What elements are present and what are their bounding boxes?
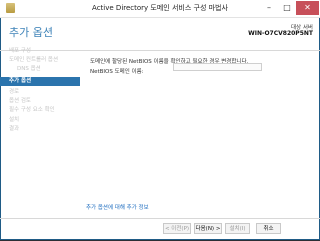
nav-item-review-options[interactable]: 옵션 검토 [0,97,80,106]
wizard-nav: 배포 구성 도메인 컨트롤러 옵션 DNS 옵션 추가 옵션 경로 옵션 검토 … [0,47,80,218]
nav-item-dc-options[interactable]: 도메인 컨트롤러 옵션 [0,56,80,65]
nav-item-additional-options[interactable]: 추가 옵션 [0,77,80,86]
wizard-content: 도메인에 할당된 NetBIOS 이름을 확인하고 필요한 경우 변경합니다. … [86,50,316,218]
nav-item-paths[interactable]: 경로 [0,88,80,97]
nav-item-installation[interactable]: 설치 [0,116,80,125]
nav-item-deployment-config[interactable]: 배포 구성 [0,47,80,56]
next-button[interactable]: 다음(N) > [194,223,222,234]
nav-item-dns-options[interactable]: DNS 옵션 [0,65,80,74]
previous-button[interactable]: < 이전(P) [163,223,191,234]
minimize-button[interactable]: – [260,1,278,15]
page-title: 추가 옵션 [9,26,53,39]
title-bar: Active Directory 도메인 서비스 구성 마법사 – □ ✕ [0,0,320,18]
more-info-link[interactable]: 추가 옵션에 대해 추가 정보 [86,203,149,211]
close-button[interactable]: ✕ [296,1,319,15]
wizard-window: Active Directory 도메인 서비스 구성 마법사 – □ ✕ 추가… [0,0,320,240]
target-server-name: WIN-O7CV820P5NT [248,30,313,37]
netbios-label: NetBIOS 도메인 이름: [90,69,144,75]
wizard-footer: < 이전(P) 다음(N) > 설치(I) 취소 [0,218,320,241]
maximize-button[interactable]: □ [278,1,296,15]
install-button[interactable]: 설치(I) [225,223,250,234]
nav-item-prerequisites-check[interactable]: 필수 구성 요소 확인 [0,106,80,115]
nav-item-results[interactable]: 결과 [0,125,80,134]
cancel-button[interactable]: 취소 [256,223,281,234]
netbios-name-field[interactable] [173,63,262,71]
wizard-header: 추가 옵션 대상 서버 WIN-O7CV820P5NT [0,17,320,51]
